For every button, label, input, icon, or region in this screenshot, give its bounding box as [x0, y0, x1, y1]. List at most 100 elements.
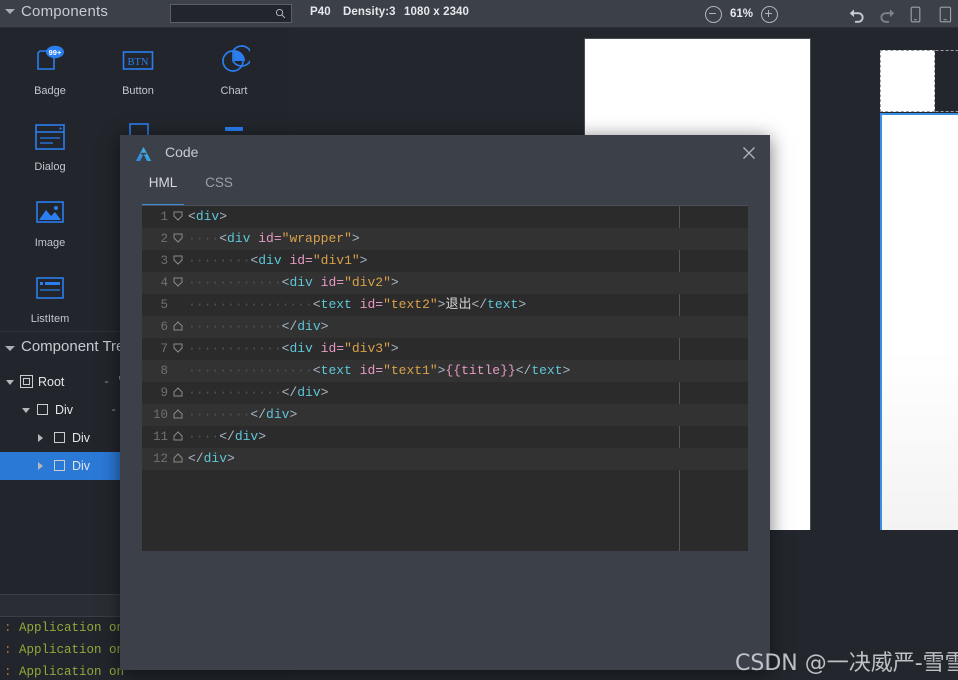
search-icon [275, 8, 286, 19]
line-number: 5 [160, 298, 168, 312]
code-line[interactable]: 6 ············</div> [142, 316, 748, 338]
line-number: 10 [152, 408, 168, 422]
code-text: ············</div> [188, 319, 329, 334]
fold-close-icon[interactable] [173, 409, 183, 419]
deveco-logo-icon [135, 147, 152, 161]
line-number: 11 [152, 430, 168, 444]
redo-arrow-icon[interactable] [877, 5, 896, 24]
code-line[interactable]: 11 ····</div> [142, 426, 748, 448]
listitem-icon [8, 270, 92, 308]
line-number: 6 [160, 320, 168, 334]
code-line[interactable]: 1 <div> [142, 206, 748, 228]
tab-label: HML [148, 175, 178, 190]
tree-row-label: Div [72, 459, 91, 473]
palette-item-label: Badge [34, 85, 66, 97]
fold-open-icon[interactable] [173, 233, 183, 243]
code-line[interactable]: 10 ········</div> [142, 404, 748, 426]
phone-device-icon[interactable] [935, 5, 954, 24]
line-number: 4 [160, 276, 168, 290]
palette-item-button[interactable]: BTN Button [96, 42, 180, 97]
div-box-icon [54, 432, 65, 443]
tab-css[interactable]: CSS [198, 175, 240, 205]
code-text: ········<div id="div1"> [188, 253, 368, 268]
fold-open-icon[interactable] [173, 255, 183, 265]
palette-item-label: Chart [220, 85, 248, 97]
chevron-down-icon[interactable] [22, 408, 30, 413]
code-lines-container: 1 <div> 2 ····<div id="wrapper"> 3 ········<d… [142, 206, 748, 470]
chevron-right-icon[interactable] [38, 434, 43, 442]
line-number: 7 [160, 342, 168, 356]
code-text: ············<div id="div3"> [188, 341, 399, 356]
preview-text-outline[interactable]: 退出 [880, 50, 935, 112]
image-icon [8, 194, 92, 232]
palette-item-chart[interactable]: Chart [192, 42, 276, 97]
phone-device-icon[interactable] [906, 5, 925, 24]
line-number: 3 [160, 254, 168, 268]
device-name: P40 [310, 6, 331, 18]
chevron-right-icon[interactable] [38, 462, 43, 470]
code-line[interactable]: 5 ················<text id="text2">退出</te… [142, 294, 748, 316]
zoom-out-button[interactable] [705, 5, 722, 23]
code-line[interactable]: 9 ············</div> [142, 382, 748, 404]
tree-row-label: Root [38, 375, 65, 389]
fold-close-icon[interactable] [173, 431, 183, 441]
fold-open-icon[interactable] [173, 277, 183, 287]
code-text: <div> [188, 209, 228, 224]
line-number: 8 [160, 364, 168, 378]
svg-text:BTN: BTN [128, 57, 149, 68]
palette-item-dialog[interactable]: Dialog [8, 118, 92, 173]
code-line[interactable]: 3 ········<div id="div1"> [142, 250, 748, 272]
palette-item-label: ListItem [30, 313, 70, 325]
preview-selected-container[interactable] [880, 113, 958, 545]
components-panel-title: Components [21, 3, 109, 20]
code-text: ················<text id="text2">退出</tex… [188, 297, 527, 312]
close-icon[interactable] [740, 144, 758, 162]
zoom-level: 61% [730, 8, 754, 20]
dialog-titlebar[interactable]: Code [120, 135, 770, 173]
div-box-icon [54, 460, 65, 471]
code-text: </div> [188, 451, 235, 466]
root-frame-icon [20, 375, 33, 388]
palette-item-label: Image [34, 237, 66, 249]
palette-item-badge[interactable]: 99+ Badge [8, 42, 92, 97]
code-text: ········</div> [188, 407, 298, 422]
line-number: 9 [160, 386, 168, 400]
code-line[interactable]: 4 ············<div id="div2"> [142, 272, 748, 294]
line-number: 12 [152, 452, 168, 466]
code-editor[interactable]: 1 <div> 2 ····<div id="wrapper"> 3 ········<d… [142, 206, 748, 551]
palette-item-image[interactable]: Image [8, 194, 92, 249]
code-line[interactable]: 7 ············<div id="div3"> [142, 338, 748, 360]
code-text: ············</div> [188, 385, 329, 400]
fold-open-icon[interactable] [173, 343, 183, 353]
chart-pie-icon [192, 42, 276, 80]
fold-open-icon[interactable] [173, 211, 183, 221]
component-tree-title: Component Tree [21, 338, 133, 355]
device-density: Density:3 [343, 6, 396, 18]
fold-close-icon[interactable] [173, 321, 183, 331]
chevron-down-icon[interactable] [5, 9, 15, 14]
zoom-controls: 61% [705, 4, 779, 24]
code-line[interactable]: 8 ················<text id="text1">{{titl… [142, 360, 748, 382]
watermark: CSDN @一决威严-雪雪 [735, 651, 958, 676]
palette-item-label: Button [122, 85, 154, 97]
device-resolution: 1080 x 2340 [404, 6, 470, 18]
fold-close-icon[interactable] [173, 387, 183, 397]
code-line[interactable]: 2 ····<div id="wrapper"> [142, 228, 748, 250]
toolbar-actions [848, 3, 954, 25]
badge-icon: 99+ [8, 42, 92, 80]
chevron-down-icon[interactable] [5, 346, 15, 351]
tree-row-label: Div [55, 403, 74, 417]
fold-close-icon[interactable] [173, 453, 183, 463]
tab-hml[interactable]: HML [142, 175, 184, 206]
chevron-down-icon[interactable] [6, 380, 14, 385]
top-toolbar: Components P40 Density:3 1080 x 2340 61% [0, 0, 958, 28]
line-number: 1 [160, 210, 168, 224]
svg-text:99+: 99+ [49, 48, 62, 57]
tree-row-label: Div [72, 431, 91, 445]
undo-arrow-icon[interactable] [848, 5, 867, 24]
code-dialog[interactable]: Code HML CSS 1 <div> 2 ····<div id="wrapper… [120, 135, 770, 670]
palette-item-listitem[interactable]: ListItem [8, 270, 92, 325]
code-line[interactable]: 12 </div> [142, 448, 748, 470]
search-input[interactable] [170, 4, 292, 23]
zoom-in-button[interactable] [761, 5, 779, 23]
